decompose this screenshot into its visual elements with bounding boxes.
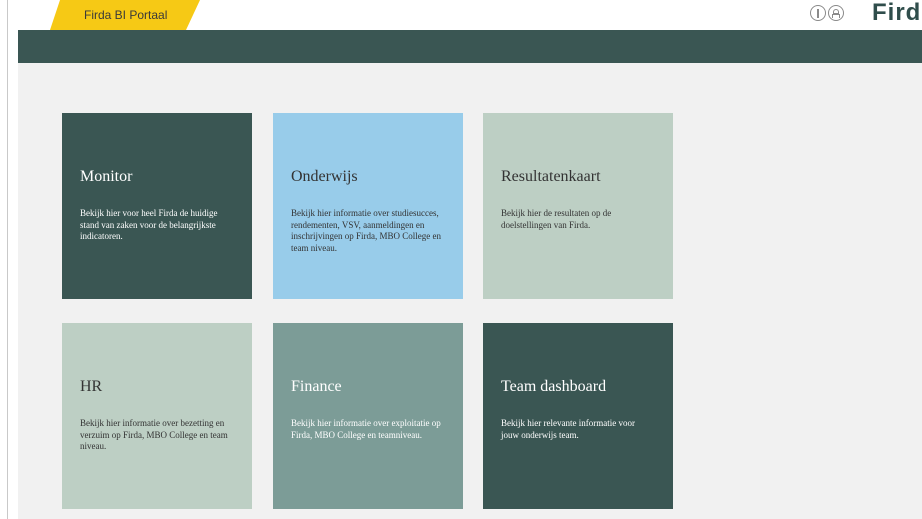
left-border [0, 0, 8, 519]
tile-title: Resultatenkaart [501, 168, 601, 185]
tile-description: Bekijk hier relevante informatie voor jo… [501, 418, 635, 440]
portal-tab-label: Firda BI Portaal [84, 8, 168, 22]
tile-team-dashboard[interactable]: Team dashboard Bekijk hier relevante inf… [483, 323, 673, 509]
portal-tab[interactable]: Firda BI Portaal [50, 0, 200, 30]
tile-title: Monitor [80, 168, 133, 185]
main-content: Monitor Bekijk hier voor heel Firda de h… [18, 63, 922, 519]
firda-logo: Firda [872, 0, 922, 26]
tile-onderwijs[interactable]: Onderwijs Bekijk hier informatie over st… [273, 113, 463, 299]
tile-description: Bekijk hier de resultaten op de doelstel… [501, 208, 612, 230]
tile-description: Bekijk hier informatie over bezetting en… [80, 418, 228, 451]
tile-description: Bekijk hier informatie over studiesucces… [291, 208, 441, 253]
tile-title: Finance [291, 378, 342, 395]
top-bar: Firda BI Portaal Firda [8, 0, 922, 30]
nav-bar [18, 30, 922, 63]
user-icon[interactable] [828, 5, 844, 21]
tile-monitor[interactable]: Monitor Bekijk hier voor heel Firda de h… [62, 113, 252, 299]
info-icon[interactable] [810, 5, 826, 21]
tile-description: Bekijk hier informatie over exploitatie … [291, 418, 441, 440]
tile-finance[interactable]: Finance Bekijk hier informatie over expl… [273, 323, 463, 509]
tile-title: Team dashboard [501, 378, 607, 395]
tile-resultatenkaart[interactable]: Resultatenkaart Bekijk hier de resultate… [483, 113, 673, 299]
tile-title: Onderwijs [291, 168, 358, 185]
tile-description: Bekijk hier voor heel Firda de huidige s… [80, 208, 218, 241]
tile-hr[interactable]: HR Bekijk hier informatie over bezetting… [62, 323, 252, 509]
tile-title: HR [80, 378, 103, 395]
